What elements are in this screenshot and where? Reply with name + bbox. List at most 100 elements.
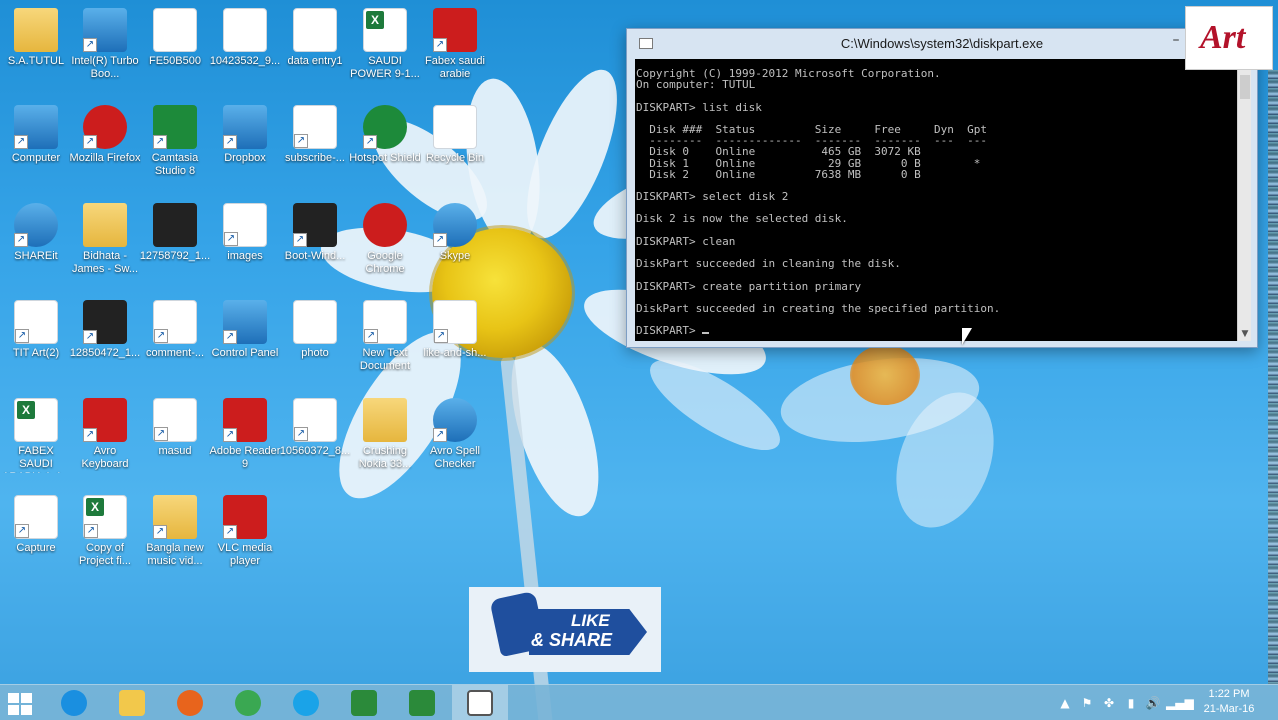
text-document-icon: [363, 300, 407, 344]
desktop-icon[interactable]: FABEX SAUDI ARABIA 1-4...: [0, 398, 72, 473]
show-hidden-icons-icon[interactable]: ▲: [1058, 685, 1072, 720]
console-line: DISKPART> list disk: [636, 101, 1237, 113]
desktop-icon[interactable]: Hotspot Shield: [349, 105, 421, 165]
console-line: DISKPART>: [636, 325, 1237, 336]
desktop-icon[interactable]: Intel(R) Turbo Boo...: [69, 8, 141, 81]
console-line-text: DISKPART> clean: [636, 234, 736, 248]
scroll-down-arrow-icon[interactable]: ▼: [1238, 327, 1252, 341]
desktop-icon-label: FE50B500: [149, 55, 201, 67]
video-file-icon: [153, 203, 197, 247]
desktop-icon[interactable]: Dropbox: [209, 105, 281, 165]
taskbar-clock[interactable]: 1:22 PM 21-Mar-16: [1196, 687, 1262, 717]
console-line: On computer: TUTUL: [636, 79, 1237, 90]
office-file-icon: [433, 8, 477, 52]
desktop-icon[interactable]: Camtasia Studio 8: [139, 105, 211, 178]
recycle-bin-icon: [433, 105, 477, 149]
clock-time: 1:22 PM: [1208, 688, 1250, 700]
desktop-icon[interactable]: Computer: [0, 105, 72, 165]
taskbar-skype-button[interactable]: [278, 685, 334, 720]
desktop-icon[interactable]: Boot-Wind...: [279, 203, 351, 263]
console-title: C:\Windows\system32\diskpart.exe: [840, 36, 1044, 51]
desktop-icon-label: SAUDI POWER 9-1...: [350, 55, 420, 80]
desktop-icon-label: 10423532_9...: [209, 55, 281, 67]
chrome-icon: [235, 690, 261, 716]
console-line-text: Disk 2 Online 7638 MB 0 B: [636, 167, 921, 181]
desktop-icon[interactable]: subscribe-...: [279, 105, 351, 165]
intel-turbo-icon: [83, 8, 127, 52]
desktop-icon[interactable]: S.A.TUTUL: [0, 8, 72, 68]
desktop-icon-label: Adobe Reader 9: [209, 445, 281, 470]
desktop-icon[interactable]: 12850472_1...: [69, 300, 141, 360]
desktop-icon[interactable]: New Text Document: [349, 300, 421, 373]
desktop-icon[interactable]: Google Chrome: [349, 203, 421, 276]
folder-icon: [119, 690, 145, 716]
console-output[interactable]: Copyright (C) 1999-2012 Microsoft Corpor…: [635, 59, 1237, 341]
photo-icon: [293, 300, 337, 344]
console-line: DiskPart succeeded in creating the speci…: [636, 303, 1237, 314]
desktop-icon[interactable]: SAUDI POWER 9-1...: [349, 8, 421, 81]
desktop-icon[interactable]: Mozilla Firefox: [69, 105, 141, 165]
video-file-icon: [83, 300, 127, 344]
taskbar-internet-explorer-button[interactable]: [46, 685, 102, 720]
desktop-icon[interactable]: Bidhata - James - Sw...: [69, 203, 141, 276]
taskbar-diskpart-console-button[interactable]: [452, 685, 508, 720]
taskbar-chrome-button[interactable]: [220, 685, 276, 720]
desktop-icon-label: Fabex saudi arabie: [425, 55, 485, 80]
camtasia-icon: [409, 690, 435, 716]
desktop-icon[interactable]: 12758792_1...: [139, 203, 211, 263]
desktop-icon-label: New Text Document: [359, 347, 411, 372]
console-scrollbar[interactable]: ▲ ▼: [1237, 59, 1251, 341]
flag-icon[interactable]: ⚑: [1078, 685, 1096, 720]
desktop-icon[interactable]: Avro Spell Checker: [419, 398, 491, 471]
desktop-icon-label: Hotspot Shield: [349, 152, 421, 164]
taskbar-firefox-button[interactable]: [162, 685, 218, 720]
network-sharing-icon[interactable]: ✤: [1100, 685, 1118, 720]
desktop-icon[interactable]: Adobe Reader 9: [209, 398, 281, 471]
like-share-overlay: LIKE & SHARE: [469, 587, 661, 672]
shareit-icon: [14, 203, 58, 247]
taskbar-camtasia-recorder-button[interactable]: [336, 685, 392, 720]
console-titlebar[interactable]: C:\Windows\system32\diskpart.exe –: [627, 29, 1257, 59]
desktop-icon[interactable]: Control Panel: [209, 300, 281, 360]
taskbar-camtasia-studio-button[interactable]: [394, 685, 450, 720]
desktop-icon-label: Bangla new music vid...: [146, 542, 204, 567]
minimize-button[interactable]: –: [1165, 33, 1187, 51]
ie-icon: [61, 690, 87, 716]
desktop-icon-label: 10560372_8...: [279, 445, 351, 457]
user-folder-icon: [14, 8, 58, 52]
like-text: LIKE: [571, 611, 610, 630]
desktop-icon[interactable]: comment-...: [139, 300, 211, 360]
desktop-icon[interactable]: 10560372_8...: [279, 398, 351, 458]
power-icon[interactable]: ▮: [1122, 685, 1140, 720]
scroll-thumb[interactable]: [1240, 75, 1250, 99]
volume-icon[interactable]: 🔊: [1144, 685, 1162, 720]
taskbar-file-explorer-button[interactable]: [104, 685, 160, 720]
console-icon: [467, 690, 493, 716]
wifi-signal-icon[interactable]: ▂▄▆: [1166, 685, 1194, 720]
desktop-icon[interactable]: data entry1: [279, 8, 351, 68]
desktop-icon-label: Boot-Wind...: [284, 250, 346, 262]
desktop-icon-label: Control Panel: [211, 347, 279, 359]
desktop-icon[interactable]: Crushing Nokia 33...: [349, 398, 421, 471]
desktop-icon[interactable]: Avro Keyboard: [69, 398, 141, 471]
skype-icon: [433, 203, 477, 247]
desktop-icon[interactable]: Fabex saudi arabie: [419, 8, 491, 81]
desktop-icon[interactable]: masud: [139, 398, 211, 458]
desktop-icon[interactable]: FE50B500: [139, 8, 211, 68]
dropbox-icon: [223, 105, 267, 149]
desktop-icon[interactable]: Capture: [0, 495, 72, 555]
desktop-icon[interactable]: like-and-sh...: [419, 300, 491, 360]
start-button[interactable]: [0, 685, 42, 720]
desktop-icon[interactable]: VLC media player: [209, 495, 281, 568]
desktop-icon[interactable]: Copy of Project fi...: [69, 495, 141, 568]
desktop-icon[interactable]: Recycle Bin: [419, 105, 491, 165]
desktop-icon[interactable]: TIT Art(2): [0, 300, 72, 360]
desktop-icon[interactable]: Skype: [419, 203, 491, 263]
desktop-icon[interactable]: photo: [279, 300, 351, 360]
desktop-icon[interactable]: 10423532_9...: [209, 8, 281, 68]
text-cursor: [702, 332, 710, 335]
desktop-icon[interactable]: images: [209, 203, 281, 263]
diskpart-console-window[interactable]: C:\Windows\system32\diskpart.exe – Copyr…: [626, 28, 1258, 348]
desktop-icon[interactable]: Bangla new music vid...: [139, 495, 211, 568]
desktop-icon[interactable]: SHAREit: [0, 203, 72, 263]
